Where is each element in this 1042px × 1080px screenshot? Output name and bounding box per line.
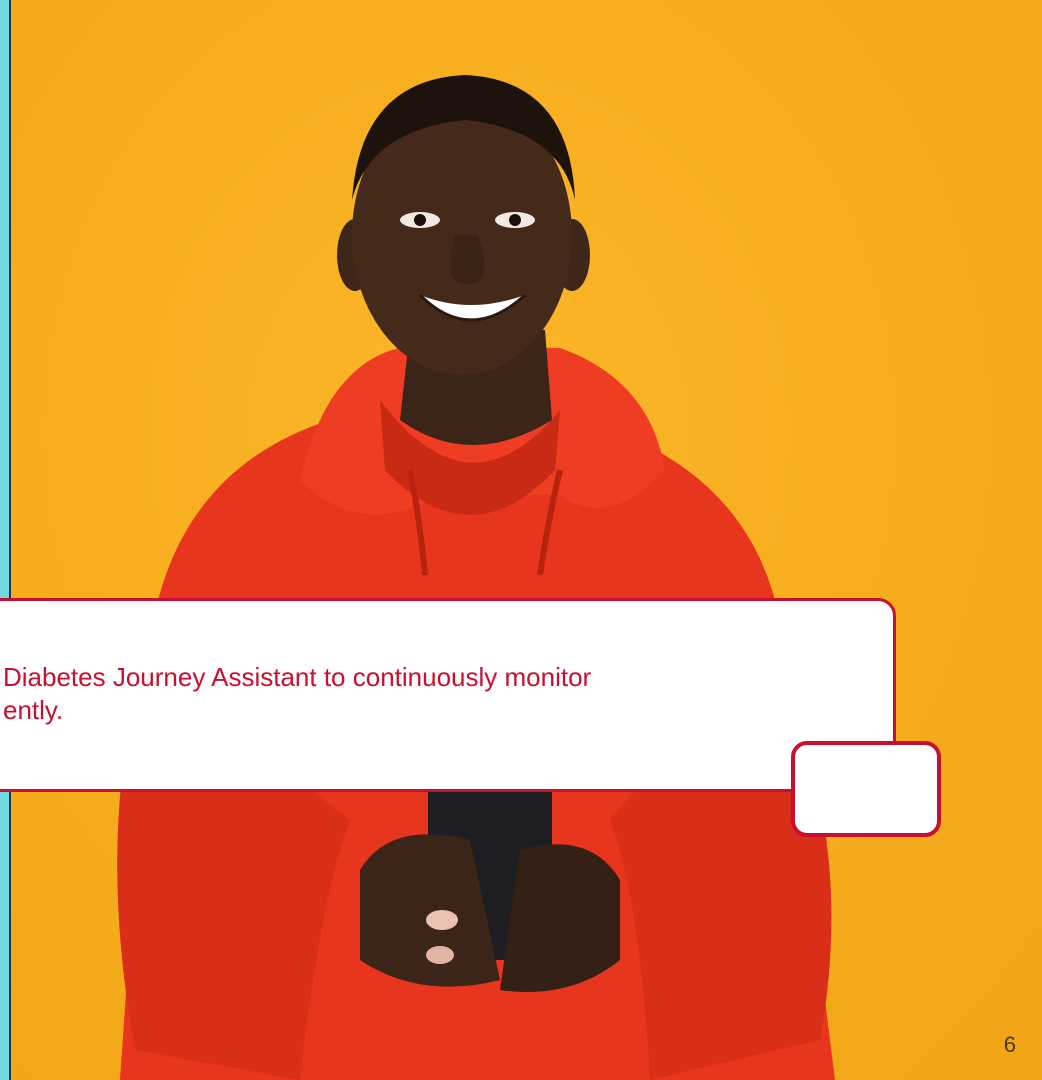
callout-text: Diabetes Journey Assistant to continuous…	[3, 662, 592, 725]
slide: Diabetes Journey Assistant to continuous…	[0, 0, 1042, 1080]
page-number: 6	[1003, 1032, 1016, 1057]
person-photo	[117, 75, 835, 1080]
callout-box: Diabetes Journey Assistant to continuous…	[0, 598, 896, 792]
callout-tag-box	[791, 741, 941, 837]
